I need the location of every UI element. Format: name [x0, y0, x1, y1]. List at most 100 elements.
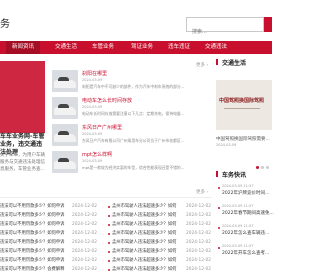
- nav-item-traffic-life[interactable]: 交通生活: [55, 41, 77, 54]
- sidebar-common-title: 车务快讯: [216, 170, 246, 179]
- sidebar-list-item[interactable]: 2024-03-09 11:57 2022年沪牌竞价时间...: [222, 184, 272, 196]
- search-button[interactable]: [264, 17, 272, 32]
- list-item[interactable]: 孟州市驾驶人违法超速多少？如何 2024-12-02: [108, 256, 212, 265]
- list-item-title[interactable]: 违法可以不用罚款多少？如何申诉: [0, 202, 64, 211]
- list-item-date: 2024-12-02: [184, 265, 211, 274]
- list-item-title[interactable]: 违法可以不用罚款多少？如何申诉: [0, 256, 64, 265]
- section-divider: [0, 197, 212, 198]
- list-item[interactable]: 违法可以不用罚款多少？如何申诉 2024-12-02: [0, 238, 104, 247]
- list-item[interactable]: 孟州市驾驶人违法超速多少？如何 2024-12-02: [108, 229, 212, 238]
- news-date: 2024-03-09: [82, 159, 103, 163]
- nav-item-violations[interactable]: 违车违证: [168, 41, 190, 54]
- list-item[interactable]: 违法可以不用罚款多少？如何申诉 2024-12-02: [0, 256, 104, 265]
- list-item[interactable]: 孟州市驾驶人违法超速多少？如何 2024-12-02: [108, 202, 212, 211]
- main-nav: 新闻资讯 交通生活 车管业务 驾证业务 违车违证 交通违法: [0, 41, 272, 54]
- news-desc: mpt是一款较为经济实惠的车型，综合性能表现还是不错的...: [82, 165, 185, 170]
- list-more-link[interactable]: 更多 ›: [196, 189, 208, 195]
- news-title[interactable]: 电动车怎么长时间存放: [82, 97, 132, 104]
- carousel-dot[interactable]: [266, 166, 269, 169]
- news-date: 2024-03-09: [82, 105, 103, 109]
- site-header: 务: [0, 0, 272, 39]
- list-item-date: 2024-12-02: [72, 213, 97, 218]
- search-box[interactable]: [186, 17, 264, 39]
- search-input[interactable]: [187, 25, 263, 39]
- list-item-date: 2024-12-02: [72, 249, 97, 254]
- list-item[interactable]: 违法可以不用罚款多少？如何申诉 2024-12-02: [0, 229, 104, 238]
- news-thumbnail[interactable]: [52, 151, 78, 173]
- nav-item-vehicle-business[interactable]: 车管业务: [92, 41, 114, 54]
- list-item-date: 2024-12-02: [72, 231, 97, 236]
- sidebar-list-date: 2024-03-09 11:57: [222, 184, 254, 188]
- feature-image[interactable]: [0, 61, 45, 133]
- list-item[interactable]: 孟州市驾驶人违法超速多少？如何 2024-12-02: [108, 220, 212, 229]
- sidebar-list-title[interactable]: 2022年怎么查车辆违...: [222, 230, 272, 236]
- list-item[interactable]: 孟州市驾驶人违法超速多少？如何 2024-12-02: [108, 211, 212, 220]
- feature-block: 车车业务网-车管业务，违交通违法处理 关于车车，为用户车辆服务与交通违法处理信息…: [0, 61, 45, 172]
- nav-item-license-business[interactable]: 驾证业务: [131, 41, 153, 54]
- news-thumbnail[interactable]: [52, 70, 78, 92]
- list-item-date: 2024-12-02: [184, 247, 211, 256]
- list-item-date: 2024-12-02: [72, 222, 97, 227]
- list-item[interactable]: 违法可以不用罚款多少？如何申诉 2024-12-02: [0, 220, 104, 229]
- sidebar-list-item[interactable]: 2024-03-09 11:57 2022年春节期间高速免...: [222, 204, 274, 216]
- sidebar-list-item[interactable]: 2024-03-09 11:57 2022年开车怎么查考...: [222, 244, 272, 256]
- news-desc: 电动车长时间存放需要注意以下几点：定期充电，保持电量...: [82, 111, 185, 116]
- carousel-dots: [254, 154, 269, 173]
- list-item[interactable]: 违法可以不用罚款多少？如何申诉 2024-12-02: [0, 211, 104, 220]
- sidebar-list-title[interactable]: 2022年沪牌竞价时间...: [222, 190, 272, 196]
- nav-item-traffic-violations[interactable]: 交通违法: [205, 41, 227, 54]
- list-item-title[interactable]: 孟州市驾驶人违法超速多少？如何: [112, 247, 176, 256]
- list-item-title[interactable]: 违法可以不用罚款多少？如何申诉: [0, 247, 64, 256]
- list-item-title[interactable]: 孟州市驾驶人违法超速多少？如何: [112, 265, 176, 274]
- site-logo[interactable]: 务: [0, 15, 10, 30]
- nav-item-news[interactable]: 新闻资讯: [6, 41, 41, 54]
- sidebar-list-item[interactable]: 2024-03-09 11:57 2022年怎么查车辆违...: [222, 224, 272, 236]
- list-item[interactable]: 违法可以不用罚款多少？如何申诉 2024-12-02: [0, 247, 104, 256]
- list-item-title[interactable]: 孟州市驾驶人违法超速多少？如何: [112, 256, 176, 265]
- news-item[interactable]: 电动车怎么长时间存放 2024-03-09 电动车长时间存放需要注意以下几点：定…: [52, 97, 212, 121]
- news-desc: 刹阳是汽车中不可缺少的部件，作为汽车中刹车系统的部分...: [82, 84, 185, 89]
- sidebar-caption-date: 2024-03-09: [216, 143, 237, 147]
- news-date: 2024-03-09: [82, 132, 103, 136]
- list-item-date: 2024-12-02: [184, 256, 211, 265]
- list-item-title[interactable]: 孟州市驾驶人违法超速多少？如何: [112, 229, 176, 238]
- news-more-link[interactable]: 更多 ›: [196, 62, 208, 68]
- sidebar-list-title[interactable]: 2022年开车怎么查考...: [222, 250, 272, 256]
- list-item-title[interactable]: 违法可以不用罚款多少？如何申诉: [0, 238, 64, 247]
- carousel-dot[interactable]: [261, 166, 264, 169]
- carousel-dot[interactable]: [256, 166, 259, 169]
- list-item[interactable]: 违法可以不用罚款多少？如何申诉 2024-12-02: [0, 202, 104, 211]
- list-item[interactable]: 孟州市驾驶人违法超速多少？如何 2024-12-02: [108, 238, 212, 247]
- list-item-date: 2024-12-02: [184, 238, 211, 247]
- sidebar-traffic-title: 交通生活: [216, 58, 246, 67]
- news-title[interactable]: mpt怎么样啊: [82, 151, 112, 158]
- news-title[interactable]: 东风日产广州哪里: [82, 124, 122, 131]
- news-date: 2024-03-09: [82, 78, 103, 82]
- list-item-title[interactable]: 孟州市驾驶人违法超速多少？如何: [112, 211, 176, 220]
- list-item-date: 2024-12-02: [184, 220, 211, 229]
- list-item[interactable]: 孟州市驾驶人违法超速多少？如何 2024-12-02: [108, 265, 212, 274]
- list-item[interactable]: 孟州市驾驶人违法超速多少？如何 2024-12-02: [108, 247, 212, 256]
- news-title[interactable]: 刹阳在哪里: [82, 70, 107, 77]
- list-item[interactable]: 违法可以不用罚款多少？会费解释 2024-12-02: [0, 265, 104, 274]
- list-item-date: 2024-12-02: [72, 204, 97, 209]
- list-item-title[interactable]: 违法可以不用罚款多少？会费解释: [0, 265, 64, 274]
- news-thumbnail[interactable]: [52, 124, 78, 146]
- list-item-date: 2024-12-02: [72, 258, 97, 263]
- news-item[interactable]: 刹阳在哪里 2024-03-09 刹阳是汽车中不可缺少的部件，作为汽车中刹车系统…: [52, 70, 212, 94]
- list-item-title[interactable]: 孟州市驾驶人违法超速多少？如何: [112, 202, 176, 211]
- sidebar-list-title[interactable]: 2022年春节期间高速免...: [222, 210, 274, 216]
- list-item-title[interactable]: 违法可以不用罚款多少？如何申诉: [0, 211, 64, 220]
- news-item[interactable]: 东风日产广州哪里 2024-03-09 东风日产汽车有限公司广州乘用车分公司位于…: [52, 124, 212, 148]
- sidebar-caption[interactable]: 中国驾照换国际驾照需要...: [216, 136, 270, 142]
- news-desc: 东风日产汽车有限公司广州乘用车分公司位于广州市花都区...: [82, 138, 185, 143]
- list-item-title[interactable]: 违法可以不用罚款多少？如何申诉: [0, 229, 64, 238]
- feature-desc: 关于车车，为用户车辆服务与交通违法处理信息服务，车管业务查...: [0, 153, 45, 172]
- sidebar-feature-image[interactable]: 中国驾照换国际驾照: [216, 80, 272, 130]
- list-item-title[interactable]: 孟州市驾驶人违法超速多少？如何: [112, 220, 176, 229]
- list-item-date: 2024-12-02: [72, 240, 97, 245]
- news-thumbnail[interactable]: [52, 97, 78, 119]
- list-item-title[interactable]: 违法可以不用罚款多少？如何申诉: [0, 220, 64, 229]
- list-item-title[interactable]: 孟州市驾驶人违法超速多少？如何: [112, 238, 176, 247]
- news-item[interactable]: mpt怎么样啊 2024-03-09 mpt是一款较为经济实惠的车型，综合性能表…: [52, 151, 212, 175]
